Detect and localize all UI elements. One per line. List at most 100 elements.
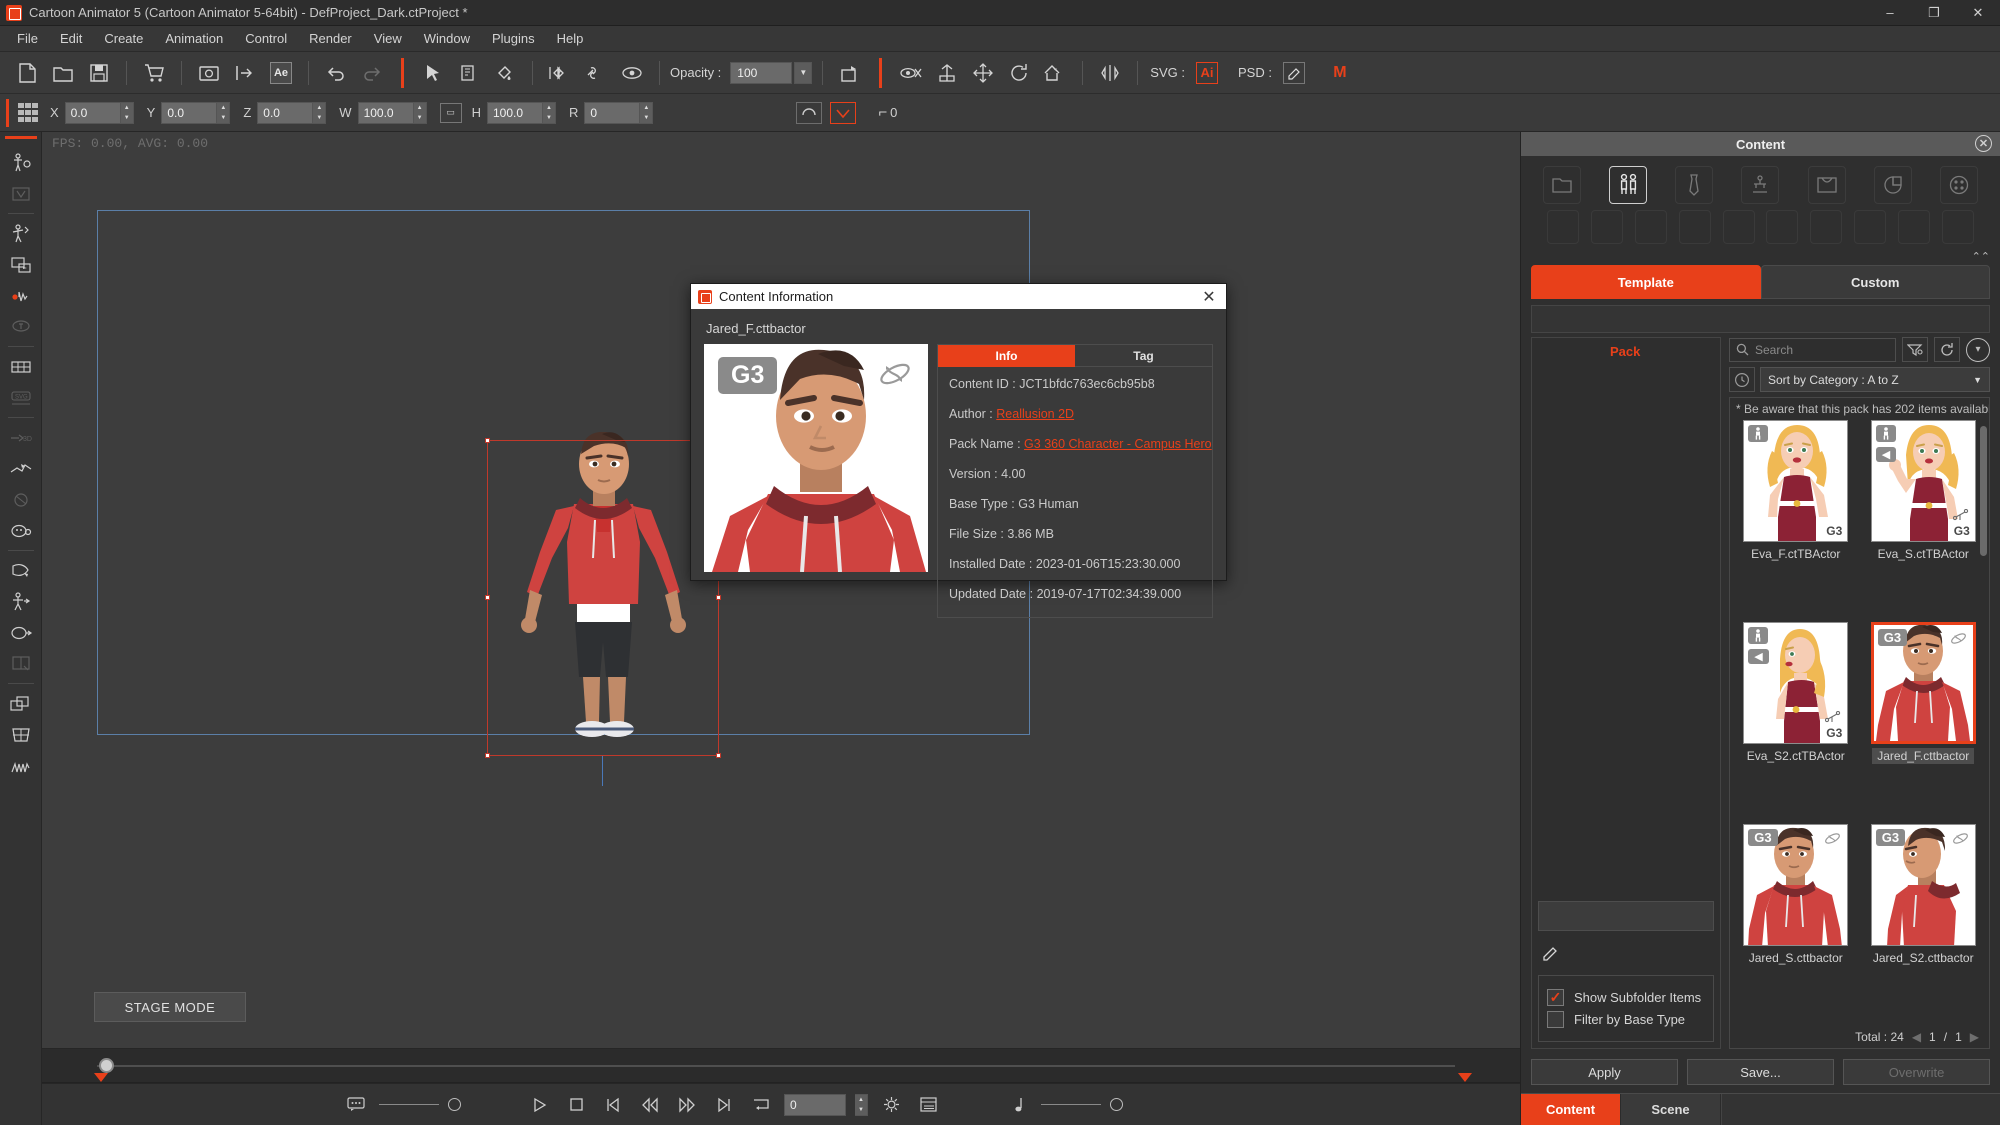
apply-button[interactable]: Apply xyxy=(1531,1059,1678,1085)
timeline-marker-end[interactable] xyxy=(1458,1073,1472,1082)
timeline-scrub-strip[interactable] xyxy=(42,1049,1520,1083)
subcategory-slot-8[interactable] xyxy=(1854,210,1887,244)
subcategory-slot-4[interactable] xyxy=(1678,210,1711,244)
category-scene-icon[interactable] xyxy=(1741,166,1780,204)
play-button[interactable] xyxy=(525,1092,553,1118)
list-item[interactable]: G3 xyxy=(1736,824,1856,1026)
expand-chevron-icon[interactable]: ▾ xyxy=(1966,337,1990,362)
close-icon[interactable]: ✕ xyxy=(1975,135,1992,152)
thumbnail-image-eva-s[interactable]: ◀ G3 xyxy=(1870,420,1976,542)
mesh-deform-icon[interactable] xyxy=(5,719,37,750)
speech-bubble-icon[interactable] xyxy=(342,1092,370,1118)
thumbnail-image-eva-s2[interactable]: ◀ G3 xyxy=(1743,622,1849,744)
home-icon[interactable] xyxy=(1038,57,1072,89)
next-frame-button[interactable] xyxy=(673,1092,701,1118)
selection-handle[interactable] xyxy=(485,438,490,443)
sprite-editor-icon[interactable] xyxy=(5,178,37,209)
bubble-slider-track[interactable] xyxy=(379,1104,439,1105)
subcategory-slot-6[interactable] xyxy=(1766,210,1799,244)
transform-spinner-w[interactable]: ▲ ▼ xyxy=(413,101,427,124)
undo-icon[interactable] xyxy=(319,57,353,89)
next-page-button[interactable]: ▶ xyxy=(1970,1030,1979,1044)
three-d-icon[interactable]: 3D xyxy=(5,422,37,453)
subcategory-slot-3[interactable] xyxy=(1634,210,1667,244)
filter-funnel-icon[interactable] xyxy=(1902,337,1928,362)
transform-spinner-z[interactable]: ▲ ▼ xyxy=(313,101,327,124)
media-library-icon[interactable] xyxy=(5,249,37,280)
first-frame-button[interactable] xyxy=(599,1092,627,1118)
tab-content[interactable]: Content xyxy=(1521,1094,1621,1125)
transform-input-z[interactable]: 0.0 xyxy=(257,101,314,124)
list-item[interactable]: G3 xyxy=(1864,622,1984,824)
save-project-icon[interactable] xyxy=(82,57,116,89)
transform-field-y[interactable]: Y 0.0 ▲ ▼ xyxy=(147,101,231,124)
export-icon[interactable] xyxy=(228,57,262,89)
audio-note-icon[interactable] xyxy=(1004,1092,1032,1118)
menu-item-window[interactable]: Window xyxy=(413,27,481,50)
move-icon[interactable] xyxy=(966,57,1000,89)
path-bar[interactable] xyxy=(1531,305,1990,333)
list-item[interactable]: ◀ G3 xyxy=(1736,622,1856,824)
tree-node-placeholder[interactable] xyxy=(1538,901,1714,931)
prev-page-button[interactable]: ◀ xyxy=(1912,1030,1921,1044)
recent-clock-icon[interactable] xyxy=(1729,367,1755,392)
text-bubble-icon[interactable] xyxy=(5,311,37,342)
transform-input-y[interactable]: 0.0 xyxy=(161,101,218,124)
menu-item-plugins[interactable]: Plugins xyxy=(481,27,546,50)
checkbox-show-subfolder[interactable]: ✓ xyxy=(1547,989,1564,1006)
flip-horizontal-toggle[interactable] xyxy=(796,101,823,124)
subcategory-slot-1[interactable] xyxy=(1547,210,1579,244)
select-arrow-icon[interactable] xyxy=(416,57,450,89)
aspect-lock-icon[interactable]: ▭ xyxy=(439,102,462,123)
photoshop-badge-icon[interactable] xyxy=(1282,61,1305,84)
opacity-input[interactable]: 100 xyxy=(730,61,793,84)
stop-button[interactable] xyxy=(562,1092,590,1118)
transform-spinner-x[interactable]: ▲ ▼ xyxy=(120,101,134,124)
thumbnail-image-jared-s[interactable]: G3 xyxy=(1870,824,1976,946)
selection-bounding-box[interactable] xyxy=(485,438,721,758)
transform-field-r[interactable]: R 0 ▲ ▼ xyxy=(569,101,654,124)
transform-field-z[interactable]: Z 0.0 ▲ ▼ xyxy=(243,101,327,124)
turn-head-icon[interactable] xyxy=(5,555,37,586)
menu-item-file[interactable]: File xyxy=(6,27,49,50)
last-frame-button[interactable] xyxy=(710,1092,738,1118)
dialog-close-icon[interactable]: ✕ xyxy=(1192,284,1226,309)
capture-icon[interactable] xyxy=(192,57,226,89)
align-icon[interactable] xyxy=(543,57,577,89)
refresh-icon[interactable] xyxy=(1934,337,1960,362)
menu-item-control[interactable]: Control xyxy=(234,27,298,50)
eye-icon[interactable] xyxy=(615,57,649,89)
transform-input-h[interactable]: 100.0 xyxy=(486,101,543,124)
selection-handle[interactable] xyxy=(485,595,490,600)
svg-tool-icon[interactable]: SVG xyxy=(5,382,37,413)
new-project-icon[interactable] xyxy=(10,57,44,89)
layer-order-icon[interactable] xyxy=(833,57,867,89)
timeline-track[interactable] xyxy=(97,1065,1455,1067)
option-filter-base-type[interactable]: Filter by Base Type xyxy=(1547,1011,1705,1028)
menu-item-edit[interactable]: Edit xyxy=(49,27,93,50)
audio-slider-track[interactable] xyxy=(1041,1104,1101,1105)
sort-dropdown[interactable]: Sort by Category : A to Z ▼ xyxy=(1760,367,1990,392)
info-link-author[interactable]: Reallusion 2D xyxy=(996,407,1074,421)
anchor-grid-icon[interactable] xyxy=(18,102,38,123)
character-composer-icon[interactable] xyxy=(5,147,37,178)
grid-scrollbar[interactable] xyxy=(1980,426,1987,556)
audio-slider-knob[interactable] xyxy=(1110,1098,1123,1111)
close-button[interactable]: ✕ xyxy=(1956,0,2000,26)
save-button[interactable]: Save... xyxy=(1687,1059,1834,1085)
edit-pencil-icon[interactable] xyxy=(1532,935,1720,969)
transform-spinner-h[interactable]: ▲ ▼ xyxy=(542,101,556,124)
flip-vertical-toggle[interactable] xyxy=(830,101,857,124)
subcategory-slot-9[interactable] xyxy=(1898,210,1930,244)
minimize-button[interactable]: – xyxy=(1868,0,1912,26)
subcategory-slot-2[interactable] xyxy=(1590,210,1623,244)
thumbnail-image-jared-3q[interactable]: G3 xyxy=(1743,824,1849,946)
thumbnail-grid[interactable]: * Be aware that this pack has 202 items … xyxy=(1729,397,1990,1049)
transform-input-w[interactable]: 100.0 xyxy=(357,101,414,124)
selection-handle[interactable] xyxy=(716,753,721,758)
collapse-chevron-icon[interactable]: ⌃⌃ xyxy=(1521,248,2000,265)
transform-spinner-r[interactable]: ▲ ▼ xyxy=(640,101,654,124)
tab-custom[interactable]: Custom xyxy=(1760,265,1990,299)
menu-item-help[interactable]: Help xyxy=(546,27,595,50)
after-effects-icon[interactable]: Ae xyxy=(264,57,298,89)
